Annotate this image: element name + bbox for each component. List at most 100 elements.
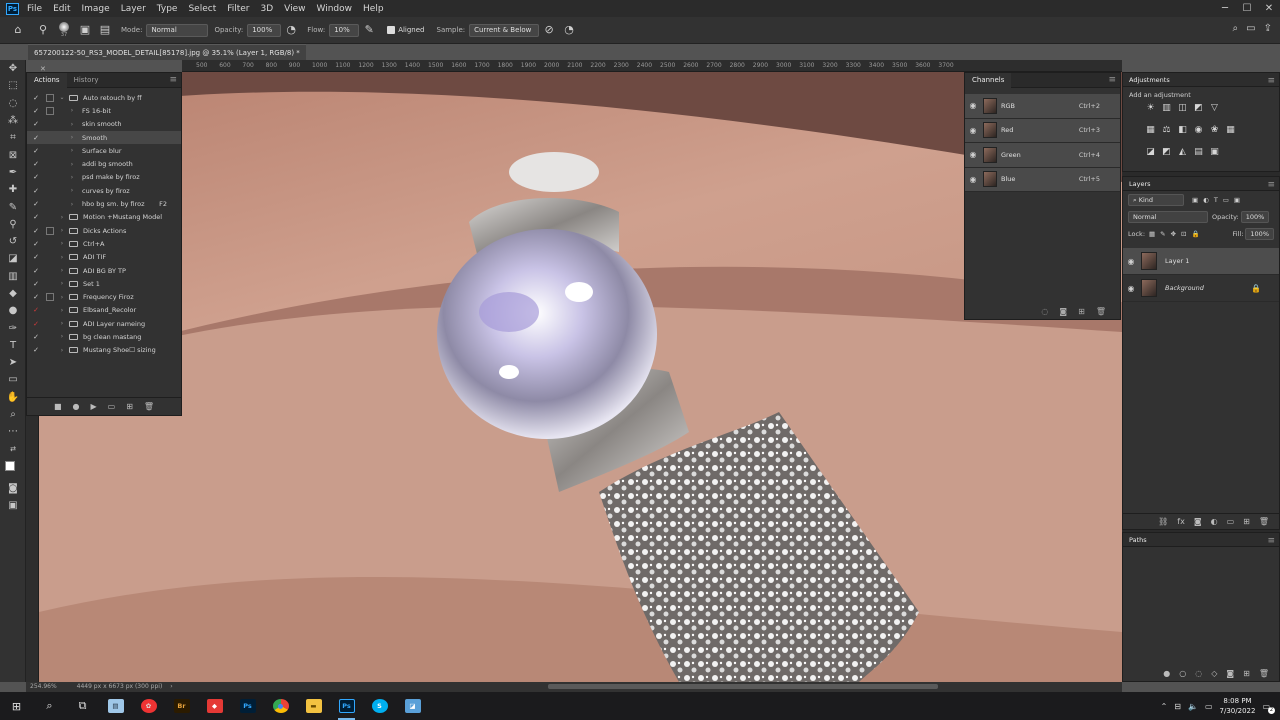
vibrance-icon[interactable]: ▽ <box>1209 103 1220 114</box>
dialog-toggle-icon[interactable] <box>46 346 54 354</box>
toggle-checkmark-icon[interactable]: ✓ <box>31 213 41 221</box>
visibility-eye-icon[interactable]: ◉ <box>965 150 981 159</box>
action-row[interactable]: ✓ › Surface blur <box>27 144 181 157</box>
layer-opacity-field[interactable]: 100% <box>1240 210 1270 223</box>
toggle-checkmark-icon[interactable]: ✓ <box>31 320 41 328</box>
brush-preset-picker[interactable]: 37 <box>59 22 69 38</box>
dialog-toggle-icon[interactable] <box>46 120 54 128</box>
panel-menu-icon[interactable]: ≡ <box>1267 178 1275 192</box>
channel-row-rgb[interactable]: ◉ RGB Ctrl+2 <box>965 94 1120 119</box>
panel-menu-icon[interactable]: ≡ <box>1267 534 1275 548</box>
action-row[interactable]: ✓ › Mustang Shoe☐ sizing <box>27 344 181 357</box>
dialog-toggle-icon[interactable] <box>46 320 54 328</box>
delete-icon[interactable]: 🗑 <box>144 402 154 411</box>
dialog-toggle-icon[interactable] <box>46 226 54 235</box>
adjustment-layer-icon[interactable]: ◐ <box>1211 517 1218 526</box>
toggle-checkmark-icon[interactable]: ✓ <box>31 173 41 181</box>
dialog-toggle-icon[interactable] <box>46 134 54 142</box>
gradient-map-icon[interactable]: ▤ <box>1193 147 1204 158</box>
visibility-eye-icon[interactable]: ◉ <box>965 175 981 184</box>
photoshop-taskbar-icon[interactable]: Ps <box>231 692 264 720</box>
more-tools-icon[interactable]: ⋯ <box>0 423 26 440</box>
expand-chevron-icon[interactable]: ⌄ <box>58 94 66 101</box>
status-arrow-icon[interactable]: › <box>170 683 172 690</box>
menu-edit[interactable]: Edit <box>53 4 70 14</box>
chrome-icon[interactable]: ● <box>264 692 297 720</box>
levels-icon[interactable]: ▥ <box>1161 103 1172 114</box>
workspace-icon[interactable]: ▭ <box>1246 23 1255 34</box>
zoom-level[interactable]: 254.96% <box>30 683 57 690</box>
notepad-icon[interactable]: ▤ <box>99 692 132 720</box>
layer-row[interactable]: ◉ Layer 1 <box>1123 248 1279 275</box>
windows-start-icon[interactable]: ⊞ <box>0 692 33 720</box>
document-canvas[interactable] <box>39 72 1122 682</box>
minimize-icon[interactable]: ─ <box>1214 0 1236 17</box>
expand-chevron-icon[interactable]: › <box>58 254 66 261</box>
channel-row-red[interactable]: ◉ Red Ctrl+3 <box>965 118 1120 143</box>
expand-chevron-icon[interactable]: › <box>58 227 66 234</box>
lock-icons[interactable]: ▦✎✥⊡🔒 <box>1149 230 1205 238</box>
action-row[interactable]: ✓ › ADI BG BY TP <box>27 264 181 277</box>
action-row[interactable]: ✓ › skin smooth <box>27 118 181 131</box>
group-icon[interactable]: ▭ <box>1227 517 1235 526</box>
opacity-field[interactable]: 100% <box>247 23 282 37</box>
action-row[interactable]: ✓ ⌄ Auto retouch by ff <box>27 91 181 104</box>
swap-colors-icon[interactable]: ⇄ <box>0 441 26 458</box>
toggle-checkmark-icon[interactable]: ✓ <box>31 200 41 208</box>
add-mask-icon[interactable]: ◙ <box>1226 669 1234 678</box>
expand-chevron-icon[interactable]: › <box>58 280 66 287</box>
color-lookup-icon[interactable]: ▦ <box>1225 125 1236 136</box>
blur-tool-icon[interactable]: ◆ <box>0 285 26 302</box>
expand-chevron-icon[interactable]: › <box>58 294 66 301</box>
action-row[interactable]: ✓ › FS 16-bit <box>27 104 181 117</box>
new-action-icon[interactable]: ⊞ <box>126 402 133 411</box>
action-row[interactable]: ✓ › ADI Layer nameing <box>27 317 181 330</box>
menu-layer[interactable]: Layer <box>121 4 146 14</box>
action-row[interactable]: ✓ › Motion +Mustang Model <box>27 211 181 224</box>
marquee-tool-icon[interactable]: ⬚ <box>0 77 26 94</box>
ignore-adjustment-layers-icon[interactable]: ⊘ <box>542 23 556 37</box>
menu-view[interactable]: View <box>284 4 305 14</box>
quick-mask-icon[interactable]: ◙ <box>0 480 26 497</box>
action-row[interactable]: ✓ › addi bg smooth <box>27 157 181 170</box>
hand-tool-icon[interactable]: ✋ <box>0 389 26 406</box>
lasso-tool-icon[interactable]: ◌ <box>0 95 26 112</box>
move-tool-icon[interactable]: ✥ <box>0 60 26 77</box>
expand-chevron-icon[interactable]: › <box>58 333 66 340</box>
dialog-toggle-icon[interactable] <box>46 333 54 341</box>
toggle-checkmark-icon[interactable]: ✓ <box>31 147 41 155</box>
black-white-icon[interactable]: ◧ <box>1177 125 1188 136</box>
hue-saturation-icon[interactable]: ▦ <box>1145 125 1156 136</box>
crop-tool-icon[interactable]: ⌗ <box>0 129 26 146</box>
mask-icon[interactable]: ◙ <box>1194 517 1202 526</box>
maximize-icon[interactable]: ☐ <box>1236 0 1258 17</box>
expand-chevron-icon[interactable]: › <box>68 201 76 208</box>
toggle-checkmark-icon[interactable]: ✓ <box>31 346 41 354</box>
frame-tool-icon[interactable]: ⊠ <box>0 146 26 163</box>
expand-chevron-icon[interactable]: › <box>58 320 66 327</box>
dialog-toggle-icon[interactable] <box>46 267 54 275</box>
screen-mode-icon[interactable]: ▣ <box>0 497 26 514</box>
selective-color-icon[interactable]: ▣ <box>1209 147 1220 158</box>
menu-window[interactable]: Window <box>317 4 353 14</box>
app-icon[interactable]: ✿ <box>132 692 165 720</box>
gradient-tool-icon[interactable]: ▥ <box>0 268 26 285</box>
channel-row-green[interactable]: ◉ Green Ctrl+4 <box>965 143 1120 168</box>
close-icon[interactable]: ✕ <box>1258 0 1280 17</box>
task-view-icon[interactable]: ⧉ <box>66 692 99 720</box>
dialog-toggle-icon[interactable] <box>46 93 54 102</box>
horizontal-scrollbar[interactable] <box>548 684 938 689</box>
toggle-checkmark-icon[interactable]: ✓ <box>31 306 41 314</box>
menu-image[interactable]: Image <box>82 4 110 14</box>
dialog-toggle-icon[interactable] <box>46 187 54 195</box>
action-row[interactable]: ✓ › ADI TIF <box>27 251 181 264</box>
flow-field[interactable]: 10% <box>329 23 360 37</box>
toggle-checkmark-icon[interactable]: ✓ <box>31 280 41 288</box>
color-balance-icon[interactable]: ⚖ <box>1161 125 1172 136</box>
layer-filter-select[interactable]: ⌕ Kind <box>1128 193 1184 206</box>
file-explorer-icon[interactable]: ▬ <box>297 692 330 720</box>
brightness-icon[interactable]: ☀ <box>1145 103 1156 114</box>
play-icon[interactable]: ▶ <box>90 402 96 411</box>
fill-path-icon[interactable]: ● <box>1163 669 1170 678</box>
brush-tool-icon[interactable]: ✎ <box>0 198 26 215</box>
